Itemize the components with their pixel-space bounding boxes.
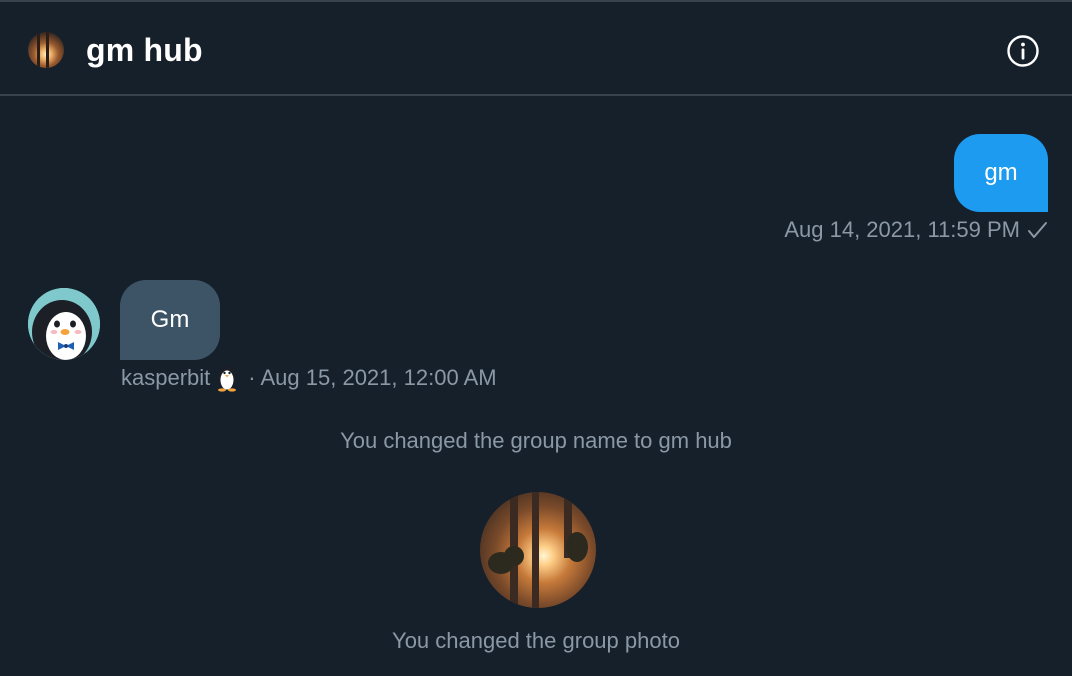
outgoing-timestamp: Aug 14, 2021, 11:59 PM [784, 217, 1020, 242]
system-message-photo-change: You changed the group photo [392, 628, 680, 653]
sender-name[interactable]: kasperbit [121, 365, 210, 391]
checkmark-icon [1028, 222, 1047, 238]
info-icon[interactable] [1006, 34, 1040, 68]
system-message-name-change: You changed the group name to gm hub [340, 428, 732, 453]
group-photo-image[interactable] [480, 492, 596, 608]
incoming-message-text: Gm [150, 306, 190, 333]
penguin-emoji-icon [218, 366, 237, 392]
incoming-message-meta: kasperbit · Aug 15, 2021, 12:00 AM [121, 364, 497, 392]
incoming-message-bubble[interactable]: Gm [120, 280, 220, 360]
incoming-timestamp: · Aug 15, 2021, 12:00 AM [248, 365, 497, 390]
outgoing-message-bubble[interactable]: gm [954, 134, 1048, 212]
sender-avatar[interactable] [28, 288, 100, 360]
penguin-avatar-icon [28, 288, 100, 360]
outgoing-message-meta: Aug 14, 2021, 11:59 PM [784, 217, 1048, 243]
conversation-header: gm hub [0, 2, 1072, 96]
outgoing-message-text: gm [984, 159, 1018, 186]
group-avatar[interactable] [28, 32, 64, 68]
conversation-title[interactable]: gm hub [86, 32, 203, 68]
